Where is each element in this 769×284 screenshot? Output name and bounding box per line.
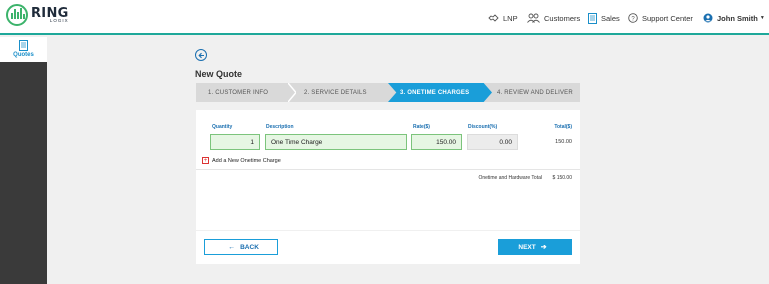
col-rate: Rate($): [413, 124, 430, 130]
logo[interactable]: RING LOGIX: [6, 4, 69, 26]
grand-total-label: Onetime and Hardware Total: [478, 175, 542, 181]
back-button-label: BACK: [240, 243, 259, 251]
onetime-charges-card: Quantity Description Rate($) Discount(%)…: [196, 110, 580, 230]
divider: [196, 169, 580, 170]
sidebar: Quotes: [0, 37, 47, 284]
nav-lnp-label: LNP: [503, 13, 518, 23]
discount-input[interactable]: 0.00: [467, 134, 518, 150]
nav-lnp[interactable]: LNP: [488, 11, 518, 25]
page-title: New Quote: [195, 69, 243, 79]
plus-icon: +: [202, 157, 209, 164]
nav-support-center[interactable]: ? Support Center: [628, 11, 693, 25]
nav-sales-label: Sales: [601, 13, 620, 23]
sidebar-item-quotes[interactable]: Quotes: [0, 37, 47, 62]
customers-icon: [527, 13, 540, 23]
nav-support-label: Support Center: [642, 13, 693, 23]
user-menu[interactable]: John Smith ▼: [703, 11, 765, 25]
step-onetime-charges[interactable]: 3. ONETIME CHARGES: [400, 83, 469, 102]
chevron-down-icon: ▼: [759, 15, 765, 21]
back-button[interactable]: ← BACK: [204, 239, 278, 255]
quote-doc-icon: [19, 40, 28, 51]
grand-total-value: $ 150.00: [552, 175, 572, 181]
add-charge-label: Add a New Onetime Charge: [212, 157, 281, 164]
arrow-left-icon: [197, 52, 204, 58]
step-service-details[interactable]: 2. SERVICE DETAILS: [304, 83, 367, 102]
wizard-steps: 1. CUSTOMER INFO 2. SERVICE DETAILS 3. O…: [196, 83, 580, 102]
help-icon: ?: [628, 13, 638, 23]
col-discount: Discount(%): [468, 124, 498, 130]
step-customer-info[interactable]: 1. CUSTOMER INFO: [208, 83, 268, 102]
col-total: Total($): [554, 124, 572, 130]
next-button[interactable]: NEXT ➔: [498, 239, 572, 255]
step-review-deliver[interactable]: 4. REVIEW AND DELIVER: [497, 83, 573, 102]
user-name: John Smith: [717, 13, 758, 23]
row-total: 150.00: [555, 139, 572, 145]
chevron-right-icon: [288, 83, 296, 102]
top-header: RING LOGIX LNP Customers Sales ? Support…: [0, 0, 769, 35]
nav-customers-label: Customers: [544, 13, 581, 23]
user-circle-icon: [703, 13, 713, 23]
add-onetime-charge[interactable]: + Add a New Onetime Charge: [202, 157, 281, 164]
document-icon: [588, 12, 597, 24]
rate-input[interactable]: 150.00: [411, 134, 462, 150]
quantity-input[interactable]: 1: [210, 134, 260, 150]
nav-customers[interactable]: Customers: [527, 11, 580, 25]
handshake-icon: [488, 14, 499, 22]
arrow-left-icon: ←: [228, 243, 236, 251]
ring-logo-icon: [6, 4, 28, 26]
col-quantity: Quantity: [212, 124, 233, 130]
sidebar-item-label: Quotes: [13, 52, 34, 58]
arrow-right-icon: ➔: [540, 244, 547, 251]
svg-text:?: ?: [631, 16, 635, 22]
col-description: Description: [266, 124, 294, 130]
description-input[interactable]: One Time Charge: [265, 134, 407, 150]
back-arrow-button[interactable]: [195, 49, 207, 61]
wizard-footer: ← BACK NEXT ➔: [196, 231, 580, 264]
next-button-label: NEXT: [518, 243, 536, 251]
nav-sales[interactable]: Sales: [588, 11, 620, 25]
